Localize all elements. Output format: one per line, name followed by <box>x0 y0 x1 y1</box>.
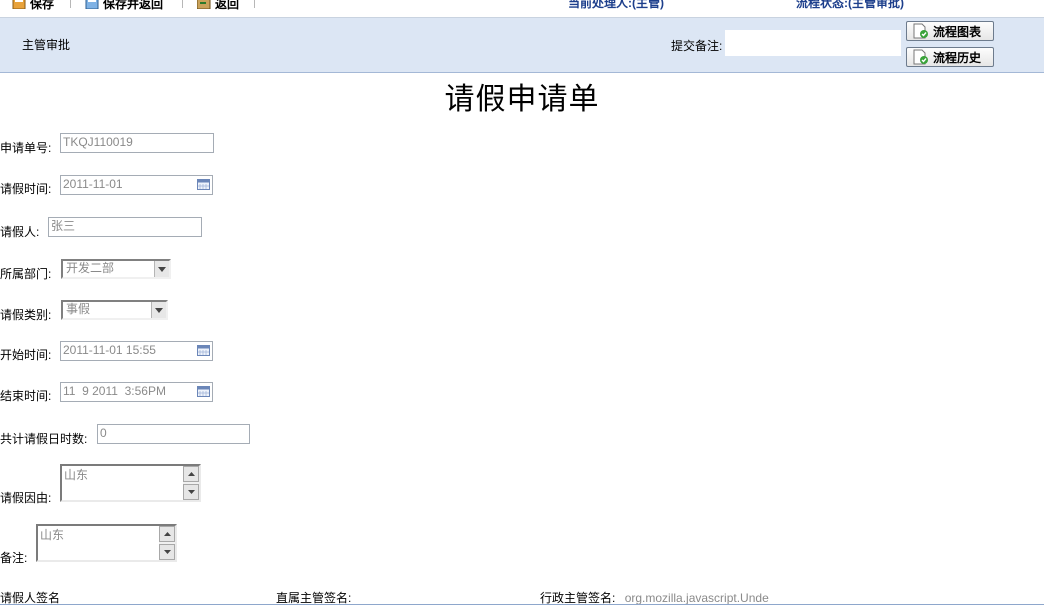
leave-type-value: 事假 <box>66 302 91 316</box>
leave-time-value: 2011-11-01 <box>63 177 123 191</box>
current-step: 主管审批 <box>22 38 71 52</box>
save-label: 保存 <box>30 0 55 11</box>
approval-panel: 主管审批 提交备注: 流程图表 流程历史 <box>0 18 1044 73</box>
order-no-value: TKQJ110019 <box>63 135 133 149</box>
department-select[interactable]: 开发二部 <box>61 259 171 279</box>
note-value: 山东 <box>40 528 65 542</box>
toolbar: 保存 保存并返回 返回 当前处理人:(主管) 流程状态:(主管审批) <box>0 0 1044 18</box>
admin-signature-value: org.mozilla.javascript.Unde <box>624 591 769 605</box>
remark-input[interactable] <box>725 30 901 56</box>
department-value: 开发二部 <box>66 261 115 275</box>
reason-textarea[interactable]: 山东 <box>60 464 201 502</box>
toolbar-divider <box>254 0 255 8</box>
reason-scrollbar[interactable] <box>183 466 199 500</box>
process-status: 流程状态:(主管审批) <box>796 0 904 10</box>
flow-chart-label: 流程图表 <box>933 24 982 39</box>
order-no-field[interactable]: TKQJ110019 <box>60 133 214 153</box>
order-no-label: 申请单号: <box>0 141 52 155</box>
flow-chart-icon <box>913 23 928 39</box>
flow-history-button[interactable]: 流程历史 <box>906 47 994 67</box>
flow-history-label: 流程历史 <box>933 50 982 65</box>
save-return-icon <box>85 0 99 9</box>
remark-label: 提交备注: <box>671 39 723 53</box>
leave-time-label: 请假时间: <box>0 182 52 196</box>
back-icon <box>197 0 211 9</box>
scroll-up-icon[interactable] <box>183 466 199 482</box>
admin-signature-label: 行政主管签名: <box>540 591 616 605</box>
total-days-value: 0 <box>100 426 107 440</box>
flow-history-icon <box>913 49 928 65</box>
applicant-field[interactable]: 张三 <box>48 217 202 237</box>
scroll-up-icon[interactable] <box>159 526 175 542</box>
scroll-down-icon[interactable] <box>159 544 175 560</box>
total-days-label: 共计请假日时数: <box>0 432 88 446</box>
back-label: 返回 <box>215 0 240 11</box>
chevron-down-icon[interactable] <box>151 302 166 318</box>
calendar-icon[interactable] <box>197 386 210 397</box>
start-time-field[interactable]: 2011-11-01 15:55 <box>60 341 213 361</box>
form-title: 请假申请单 <box>444 83 600 116</box>
save-icon <box>12 0 26 9</box>
save-and-return-label: 保存并返回 <box>103 0 164 11</box>
end-time-field[interactable]: 11 9 2011 3:56PM <box>60 382 213 402</box>
department-label: 所属部门: <box>0 267 52 281</box>
calendar-icon[interactable] <box>197 345 210 356</box>
toolbar-divider <box>182 0 183 8</box>
bottom-divider <box>0 604 1044 605</box>
back-button[interactable]: 返回 <box>197 0 239 12</box>
total-days-field[interactable]: 0 <box>97 424 250 444</box>
reason-label: 请假因由: <box>0 491 52 505</box>
scroll-down-icon[interactable] <box>183 484 199 500</box>
end-time-value: 11 9 2011 3:56PM <box>63 384 166 398</box>
save-button[interactable]: 保存 <box>12 0 54 12</box>
applicant-value: 张三 <box>51 219 76 233</box>
end-time-label: 结束时间: <box>0 389 52 403</box>
applicant-label: 请假人: <box>0 225 40 239</box>
reason-value: 山东 <box>64 468 89 482</box>
leave-type-label: 请假类别: <box>0 308 52 322</box>
note-scrollbar[interactable] <box>159 526 175 560</box>
calendar-icon[interactable] <box>197 179 210 190</box>
start-time-label: 开始时间: <box>0 348 52 362</box>
chevron-down-icon[interactable] <box>154 261 169 277</box>
note-label: 备注: <box>0 551 28 565</box>
toolbar-divider <box>70 0 71 8</box>
current-handler: 当前处理人:(主管) <box>568 0 664 10</box>
leave-type-select[interactable]: 事假 <box>61 300 168 320</box>
save-and-return-button[interactable]: 保存并返回 <box>85 0 163 12</box>
flow-chart-button[interactable]: 流程图表 <box>906 21 994 41</box>
note-textarea[interactable]: 山东 <box>36 524 177 562</box>
start-time-value: 2011-11-01 15:55 <box>63 343 156 357</box>
leave-time-field[interactable]: 2011-11-01 <box>60 175 213 195</box>
